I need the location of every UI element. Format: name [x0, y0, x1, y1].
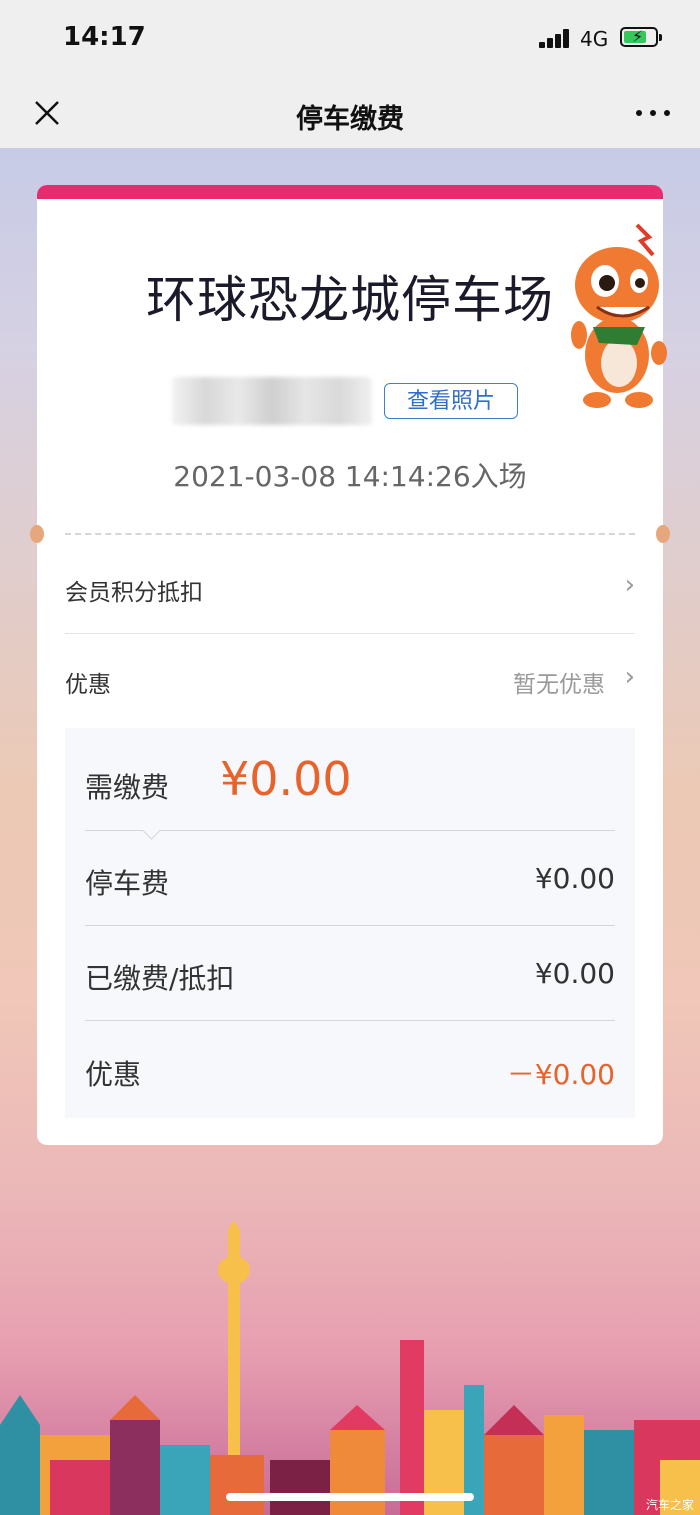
parking-card: 环球恐龙城停车场 查看照片 2021-03-08 14:14:26入场 会员积分… — [30, 185, 670, 1145]
fee-divider — [85, 1020, 615, 1021]
caret-icon — [142, 821, 161, 840]
status-bar: 14:17 4G ⚡ — [0, 0, 700, 78]
parking-fee-label: 停车费 — [85, 867, 170, 900]
home-indicator — [226, 1493, 474, 1501]
parking-fee-value: ¥0.00 — [534, 862, 615, 895]
view-photo-button[interactable]: 查看照片 — [384, 383, 518, 419]
amount-due-value: ¥0.00 — [220, 752, 352, 806]
ticket-notch-right — [656, 525, 670, 543]
signal-icon — [539, 28, 571, 48]
entry-time: 2021-03-08 14:14:26入场 — [173, 460, 527, 493]
amount-due-label: 需缴费 — [85, 771, 170, 804]
network-label: 4G — [580, 27, 609, 51]
promo-label: 优惠 — [65, 672, 111, 698]
fee-summary: 需缴费 ¥0.00 停车费 ¥0.00 已缴费/抵扣 ¥0.00 优惠 －¥0.… — [65, 728, 635, 1118]
card-accent-bar — [37, 185, 663, 199]
member-points-label: 会员积分抵扣 — [65, 580, 203, 606]
ticket-notch-left — [30, 525, 44, 543]
dashed-divider — [65, 533, 635, 535]
nav-bar: 停车缴费 — [0, 78, 700, 148]
row-divider — [65, 633, 635, 634]
chevron-right-icon: › — [624, 570, 635, 600]
page-title: 停车缴费 — [296, 104, 404, 135]
discount-label: 优惠 — [85, 1058, 142, 1091]
status-time: 14:17 — [63, 22, 146, 52]
license-plate-blurred — [172, 377, 372, 425]
chevron-right-icon: › — [624, 662, 635, 692]
paid-deducted-label: 已缴费/抵扣 — [85, 962, 235, 995]
discount-value: －¥0.00 — [506, 1058, 615, 1091]
fee-divider — [85, 830, 615, 831]
more-icon[interactable] — [636, 100, 670, 124]
promo-value: 暂无优惠 — [513, 672, 605, 698]
battery-icon: ⚡ — [620, 27, 662, 47]
watermark: 汽车之家 — [645, 1498, 694, 1512]
paid-deducted-value: ¥0.00 — [534, 957, 615, 990]
dinosaur-mascot-icon — [571, 223, 667, 408]
city-skyline-illustration — [0, 1220, 700, 1515]
fee-divider — [85, 925, 615, 926]
